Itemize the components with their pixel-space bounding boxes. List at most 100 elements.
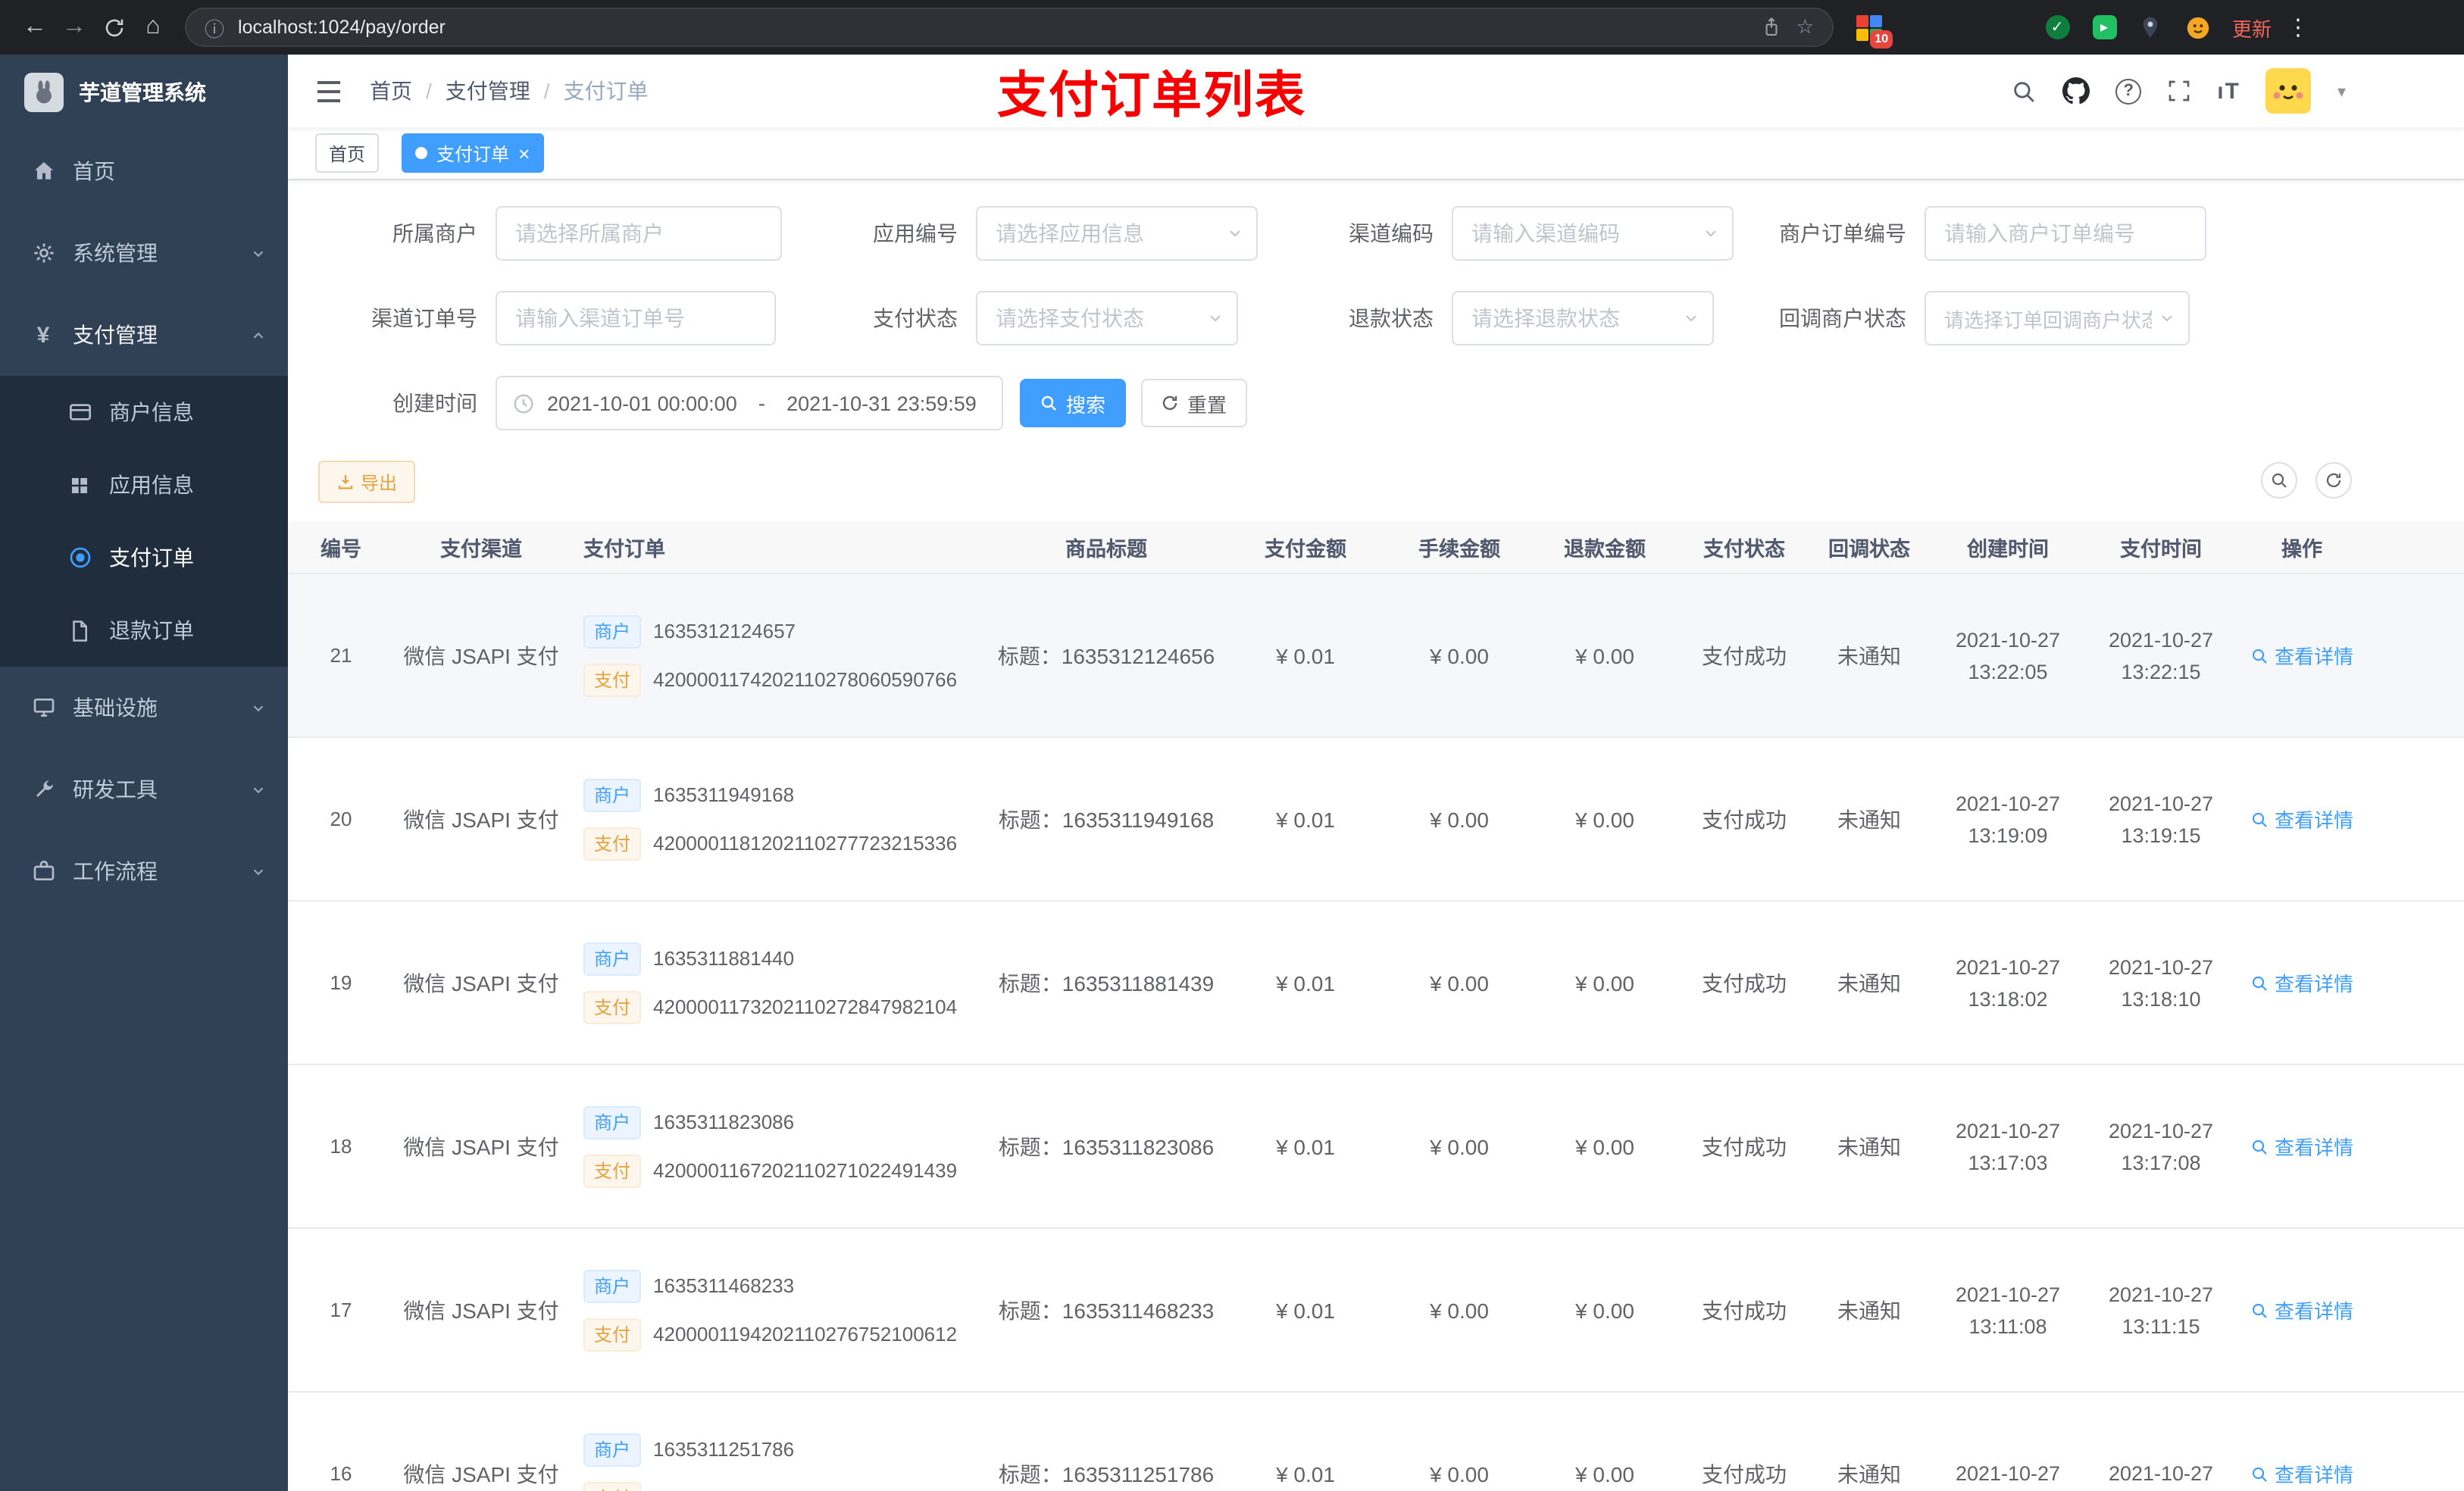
chevron-down-icon — [1702, 224, 1720, 242]
tab-pay-order[interactable]: 支付订单 × — [402, 133, 544, 173]
logo-rabbit-icon — [24, 73, 64, 112]
fullscreen-icon[interactable] — [2167, 79, 2191, 103]
target-icon — [67, 545, 92, 570]
merchant-tag: 商户 — [583, 1105, 642, 1139]
toggle-search-button[interactable] — [2261, 462, 2297, 499]
sidebar-item-dev-tools[interactable]: 研发工具 — [0, 749, 288, 830]
main-pane: 首页 / 支付管理 / 支付订单 支付订单列表 ? ıT ▾ 首页 支付订单 ×… — [288, 55, 2464, 1491]
app-id-select[interactable]: 请选择应用信息 — [976, 206, 1258, 261]
extension-blocks-icon[interactable]: 10 — [1856, 14, 1893, 48]
font-size-icon[interactable]: ıT — [2217, 78, 2240, 104]
home-icon[interactable]: ⌂ — [133, 8, 173, 47]
card-icon — [67, 399, 92, 425]
pay-tag: 支付 — [583, 663, 642, 696]
extension-circle-green-icon[interactable] — [1997, 14, 2023, 40]
view-detail-link[interactable]: 查看详情 — [2250, 968, 2353, 997]
breadcrumb-pay-order: 支付订单 — [563, 79, 649, 103]
merchant-tag: 商户 — [583, 942, 642, 975]
profile-avatar-icon[interactable] — [2185, 14, 2211, 40]
filter-app-id: 应用编号 请选择应用信息 — [799, 206, 1258, 261]
gear-icon — [30, 240, 56, 266]
chevron-down-icon — [1226, 224, 1244, 242]
view-detail-link[interactable]: 查看详情 — [2250, 1459, 2353, 1488]
sidebar-item-home[interactable]: 首页 — [0, 130, 288, 212]
date-start[interactable]: 2021-10-01 00:00:00 — [547, 392, 737, 414]
pay-status-select[interactable]: 请选择支付状态 — [976, 291, 1238, 345]
merchant-input[interactable] — [496, 206, 782, 261]
date-range-picker[interactable]: 2021-10-01 00:00:00 - 2021-10-31 23:59:5… — [496, 376, 1003, 430]
top-navbar: 首页 / 支付管理 / 支付订单 支付订单列表 ? ıT ▾ — [288, 55, 2464, 127]
share-icon[interactable] — [1762, 17, 1783, 38]
chevron-down-icon — [250, 781, 267, 798]
sidebar-item-merchant-info[interactable]: 商户信息 — [0, 376, 288, 449]
user-avatar[interactable] — [2265, 68, 2312, 114]
filter-pay-status: 支付状态 请选择支付状态 — [799, 291, 1238, 345]
navbar-actions: ? ıT ▾ — [2011, 55, 2346, 127]
pay-tag: 支付 — [583, 990, 642, 1024]
table-row: 18 微信 JSAPI 支付 商户 1635311823086 支付 4200001… — [288, 1065, 2464, 1229]
filter-notify-status: 回调商户状态 请选择订单回调商户状态 — [1729, 291, 2190, 345]
sidebar-item-app-info[interactable]: 应用信息 — [0, 449, 288, 521]
tab-home[interactable]: 首页 — [315, 133, 380, 173]
avatar-caret-icon[interactable]: ▾ — [2337, 81, 2346, 101]
date-end[interactable]: 2021-10-31 23:59:59 — [786, 392, 977, 414]
channel-code-select[interactable]: 请输入渠道编码 — [1452, 206, 1734, 261]
chrome-update-button[interactable]: 更新 — [2232, 13, 2272, 42]
back-icon[interactable]: ← — [15, 8, 55, 47]
search-button[interactable]: 搜索 — [1020, 379, 1126, 427]
table-row: 21 微信 JSAPI 支付 商户 1635312124657 支付 4200001… — [288, 574, 2464, 738]
table-row: 16 微信 JSAPI 支付 商户1635311251786 支付 标题：163… — [288, 1393, 2464, 1491]
browser-menu-icon[interactable]: ⋮ — [2287, 14, 2309, 41]
view-detail-link[interactable]: 查看详情 — [2250, 641, 2353, 670]
view-detail-link[interactable]: 查看详情 — [2250, 805, 2353, 833]
extension-drop-icon[interactable] — [1903, 14, 1929, 40]
extension-badge: 10 — [1870, 30, 1893, 48]
breadcrumb-home[interactable]: 首页 — [370, 76, 412, 106]
channel-order-no-input[interactable] — [496, 291, 776, 345]
merchant-order-no-input[interactable] — [1925, 206, 2206, 261]
extension-square-green-icon[interactable]: ▸ — [2091, 14, 2117, 40]
notify-status-select[interactable]: 请选择订单回调商户状态 — [1925, 291, 2190, 345]
sidebar-item-system[interactable]: 系统管理 — [0, 212, 288, 294]
url-bar[interactable]: ⓘ localhost:1024/pay/order ☆ — [185, 8, 1834, 47]
browser-chrome: ← → ⌂ ⓘ localhost:1024/pay/order ☆ 10 ✓ … — [0, 0, 2464, 55]
bookmark-star-icon[interactable]: ☆ — [1796, 15, 1814, 39]
reset-button[interactable]: 重置 — [1141, 379, 1247, 427]
screen: ← → ⌂ ⓘ localhost:1024/pay/order ☆ 10 ✓ … — [0, 0, 2464, 1491]
github-icon[interactable] — [2062, 77, 2090, 105]
sidebar: 芋道管理系统 首页 系统管理 ¥ 支付管理 商户信息 应用信息 支付订单 退款订… — [0, 55, 288, 1491]
yen-icon: ¥ — [36, 322, 50, 348]
reload-icon[interactable] — [94, 8, 133, 47]
sidebar-item-pay-order[interactable]: 支付订单 — [0, 521, 288, 594]
app-window: 芋道管理系统 首页 系统管理 ¥ 支付管理 商户信息 应用信息 支付订单 退款订… — [0, 55, 2464, 1491]
chevron-down-icon — [2158, 309, 2176, 327]
merchant-tag: 商户 — [583, 778, 642, 811]
site-info-icon[interactable]: ⓘ — [205, 13, 224, 42]
forward-icon[interactable]: → — [55, 8, 94, 47]
extension-check-icon[interactable]: ✓ — [2044, 14, 2070, 40]
pay-tag: 支付 — [583, 827, 642, 860]
refresh-button[interactable] — [2315, 462, 2352, 499]
breadcrumb-payment[interactable]: 支付管理 — [446, 76, 530, 106]
breadcrumb-separator: / — [426, 79, 432, 103]
briefcase-icon — [30, 858, 56, 884]
search-icon[interactable] — [2011, 78, 2037, 104]
help-icon[interactable]: ? — [2115, 78, 2142, 104]
refund-status-select[interactable]: 请选择退款状态 — [1452, 291, 1714, 345]
view-detail-link[interactable]: 查看详情 — [2250, 1132, 2353, 1161]
extension-circle-gray-icon[interactable] — [1950, 14, 1976, 40]
close-icon[interactable]: × — [518, 143, 530, 163]
chevron-down-icon — [250, 245, 267, 261]
extension-pin-icon[interactable] — [2138, 14, 2164, 40]
sidebar-item-infrastructure[interactable]: 基础设施 — [0, 667, 288, 749]
sidebar-item-payment[interactable]: ¥ 支付管理 — [0, 294, 288, 376]
sidebar-item-refund-order[interactable]: 退款订单 — [0, 594, 288, 667]
hamburger-icon[interactable] — [315, 80, 342, 102]
table-row: 19 微信 JSAPI 支付 商户 1635311881440 支付 4200001… — [288, 902, 2464, 1065]
export-button[interactable]: 导出 — [318, 461, 416, 503]
chevron-down-icon — [1206, 309, 1224, 327]
view-detail-link[interactable]: 查看详情 — [2250, 1296, 2353, 1324]
app-title: 芋道管理系统 — [79, 80, 206, 105]
sidebar-item-workflow[interactable]: 工作流程 — [0, 830, 288, 912]
home-icon — [30, 158, 56, 184]
